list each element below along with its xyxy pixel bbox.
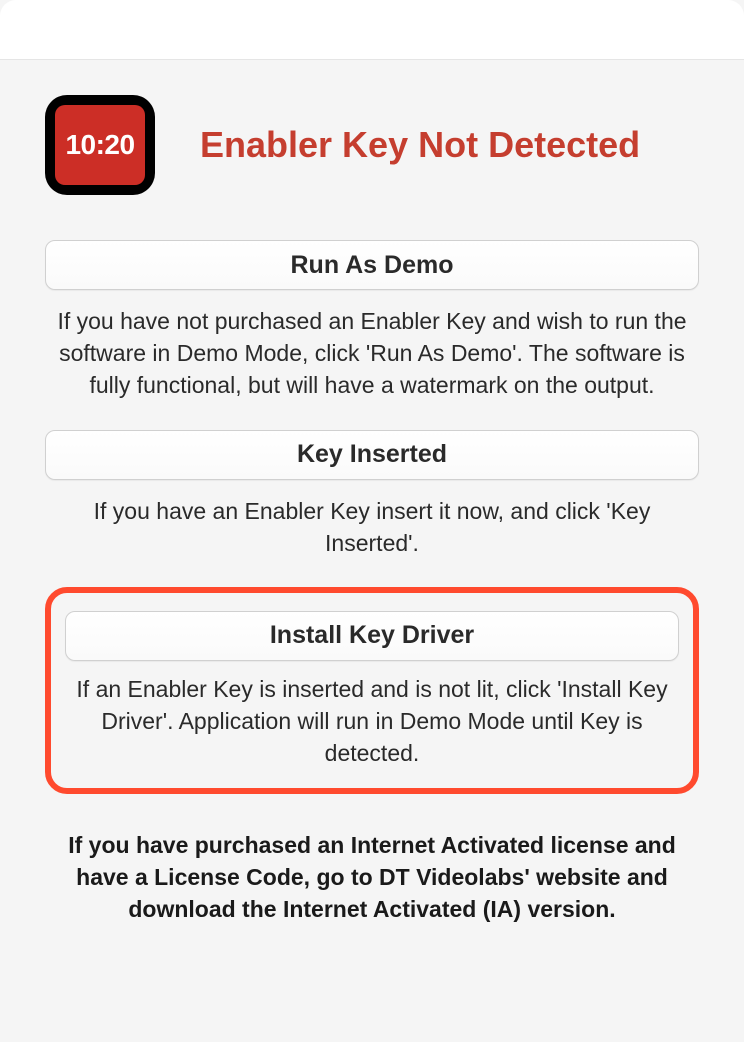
install-driver-description: If an Enabler Key is inserted and is not… [65, 673, 679, 770]
run-as-demo-section: Run As Demo If you have not purchased an… [45, 240, 699, 402]
key-inserted-button[interactable]: Key Inserted [45, 430, 699, 480]
run-as-demo-description: If you have not purchased an Enabler Key… [45, 305, 699, 402]
app-icon-inner: 10:20 [55, 105, 145, 185]
app-icon: 10:20 [45, 95, 155, 195]
key-inserted-section: Key Inserted If you have an Enabler Key … [45, 430, 699, 559]
run-as-demo-button[interactable]: Run As Demo [45, 240, 699, 290]
install-driver-section-highlighted: Install Key Driver If an Enabler Key is … [45, 587, 699, 794]
dialog-header: 10:20 Enabler Key Not Detected [45, 95, 699, 195]
app-icon-time-display: 10:20 [65, 129, 134, 161]
install-key-driver-button[interactable]: Install Key Driver [65, 611, 679, 661]
titlebar [0, 0, 744, 60]
dialog-content: 10:20 Enabler Key Not Detected Run As De… [0, 60, 744, 960]
footer-text: If you have purchased an Internet Activa… [45, 829, 699, 926]
dialog-window: 10:20 Enabler Key Not Detected Run As De… [0, 0, 744, 1042]
key-inserted-description: If you have an Enabler Key insert it now… [45, 495, 699, 559]
dialog-title: Enabler Key Not Detected [200, 124, 640, 166]
